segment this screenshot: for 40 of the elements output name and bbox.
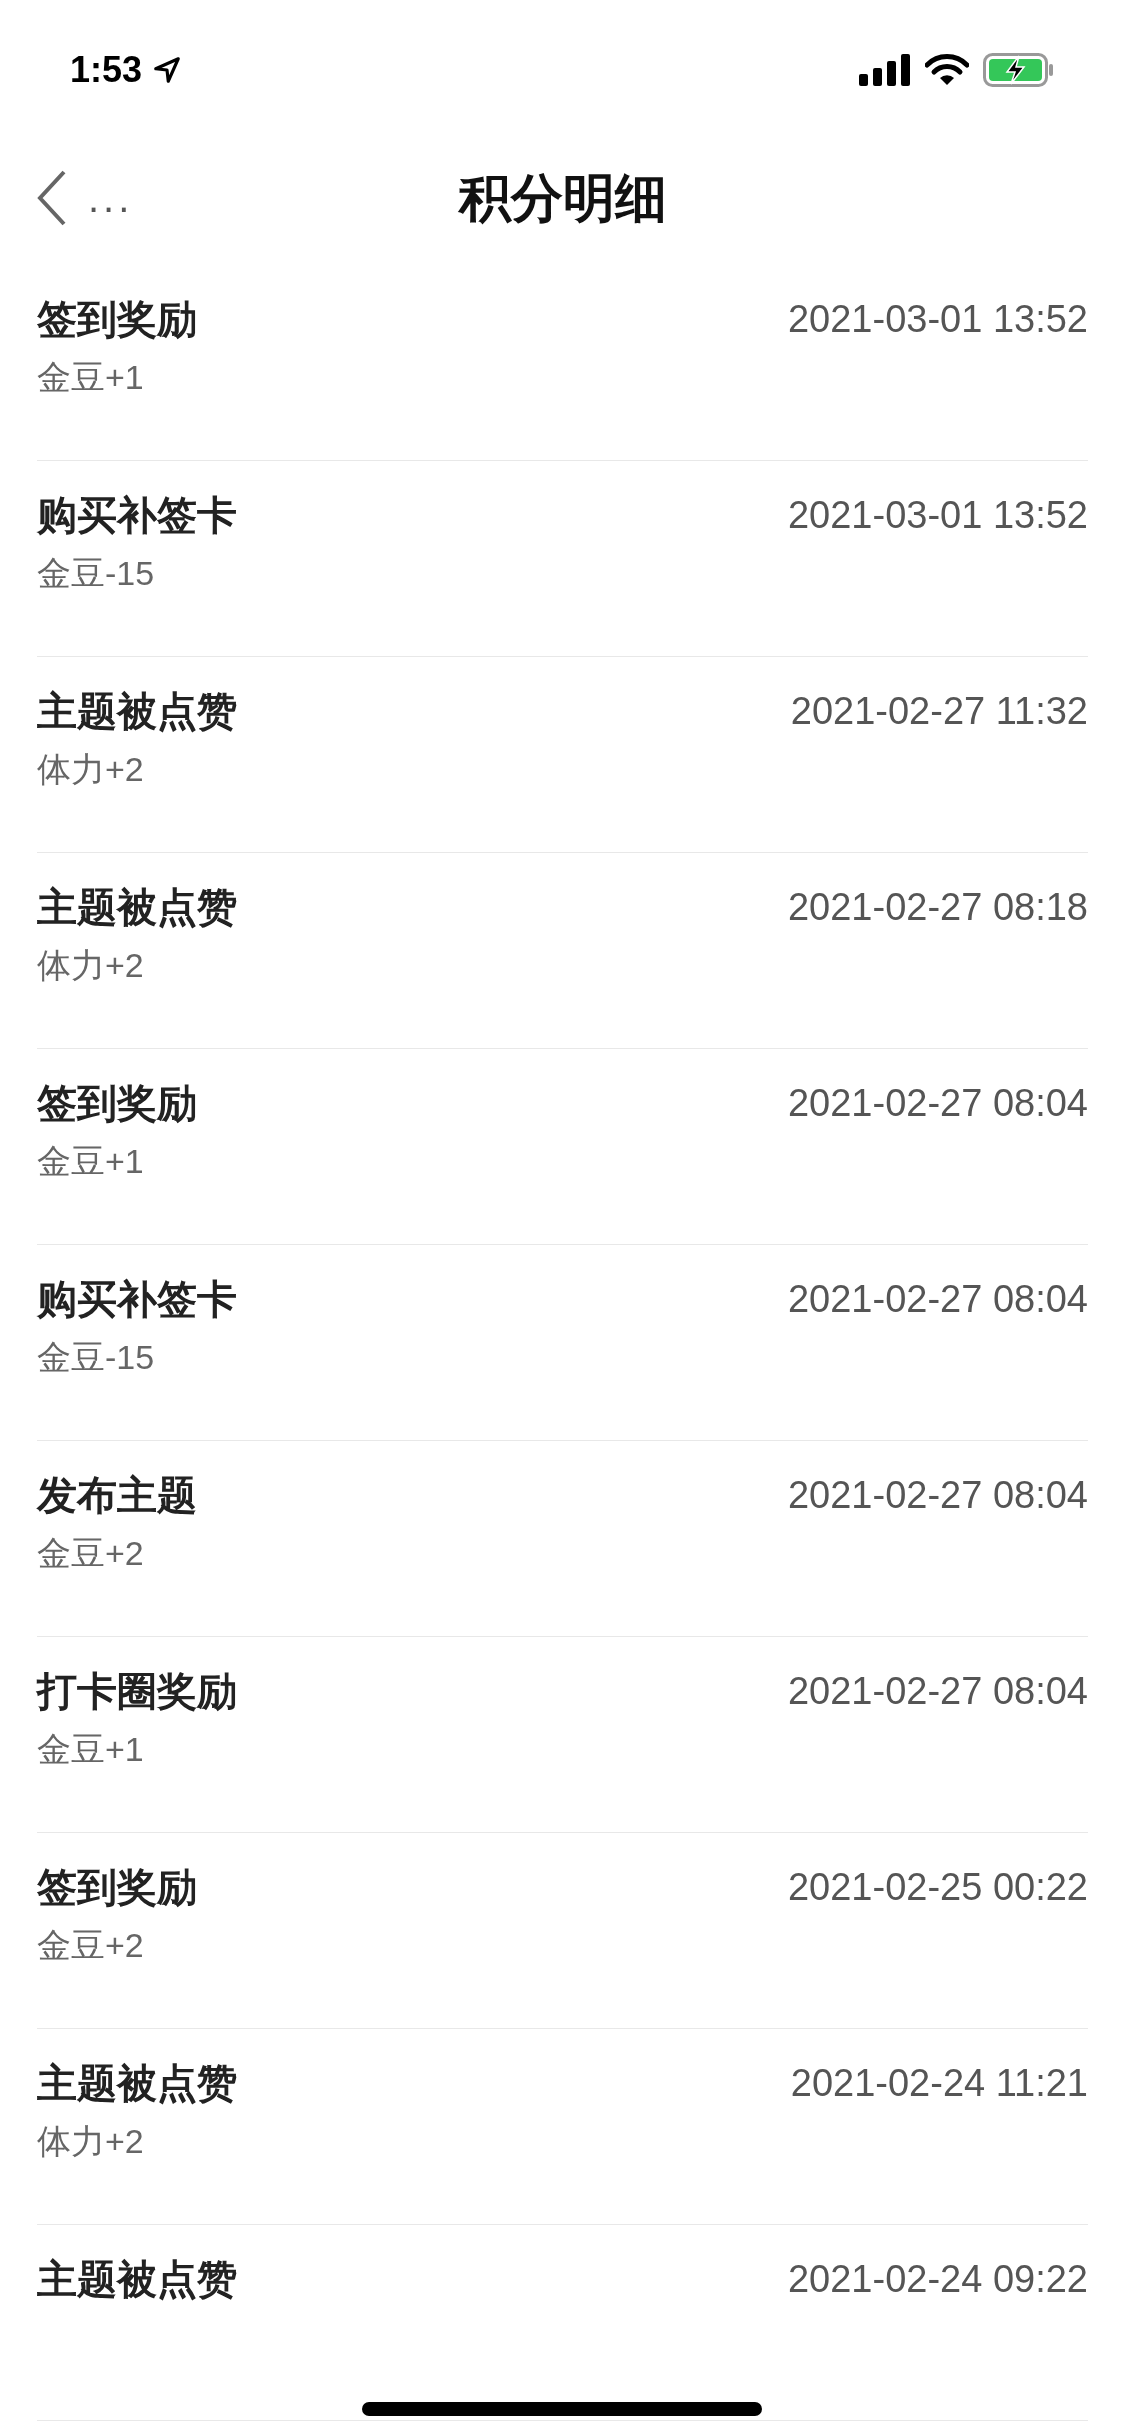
points-change: 体力+2 <box>37 2121 145 2162</box>
record-title: 主题被点赞 <box>37 688 237 735</box>
location-arrow-icon <box>152 55 183 85</box>
record-time: 2021-02-24 11:21 <box>790 2061 1088 2106</box>
more-button[interactable]: ... <box>88 177 134 218</box>
record-time: 2021-03-01 13:52 <box>787 493 1088 538</box>
record-time: 2021-02-27 08:04 <box>787 1277 1088 1322</box>
record-time: 2021-02-27 08:18 <box>787 885 1088 930</box>
points-change: 金豆-15 <box>37 553 156 594</box>
points-change: 金豆+2 <box>37 1925 145 1966</box>
record-time: 2021-02-27 08:04 <box>787 1473 1088 1518</box>
record-time: 2021-02-25 00:22 <box>787 1865 1088 1910</box>
battery-charging-icon <box>983 53 1055 87</box>
record-title: 签到奖励 <box>37 296 197 343</box>
record-title: 购买补签卡 <box>37 492 237 539</box>
page-title: 积分明细 <box>458 167 667 229</box>
record-title: 发布主题 <box>37 1472 197 1519</box>
record-time: 2021-02-27 08:04 <box>787 1081 1088 1126</box>
points-change: 金豆+1 <box>37 1141 145 1182</box>
points-change: 体力+2 <box>37 945 145 986</box>
points-change: 金豆-15 <box>37 1337 156 1378</box>
record-time: 2021-02-27 08:04 <box>787 1669 1088 1714</box>
record-title: 购买补签卡 <box>37 1276 237 1323</box>
record-title: 签到奖励 <box>37 1080 197 1127</box>
points-change: 金豆+1 <box>37 1729 145 1770</box>
record-time: 2021-02-24 09:22 <box>787 2257 1088 2302</box>
points-change: 金豆+2 <box>37 1533 145 1574</box>
record-title: 打卡圈奖励 <box>37 1668 237 1715</box>
record-title: 主题被点赞 <box>37 2060 237 2107</box>
points-change: 体力+2 <box>37 749 145 790</box>
record-time: 2021-03-01 13:52 <box>787 297 1088 342</box>
record-title: 签到奖励 <box>37 1864 197 1911</box>
status-time: 1:53 <box>70 48 143 92</box>
points-change: 金豆+1 <box>37 357 145 398</box>
record-time: 2021-02-27 11:32 <box>790 689 1088 734</box>
signal-icon <box>859 54 911 86</box>
record-title: 主题被点赞 <box>37 2256 237 2303</box>
wifi-icon <box>925 54 969 86</box>
record-title: 主题被点赞 <box>37 884 237 931</box>
back-icon[interactable] <box>36 168 68 227</box>
